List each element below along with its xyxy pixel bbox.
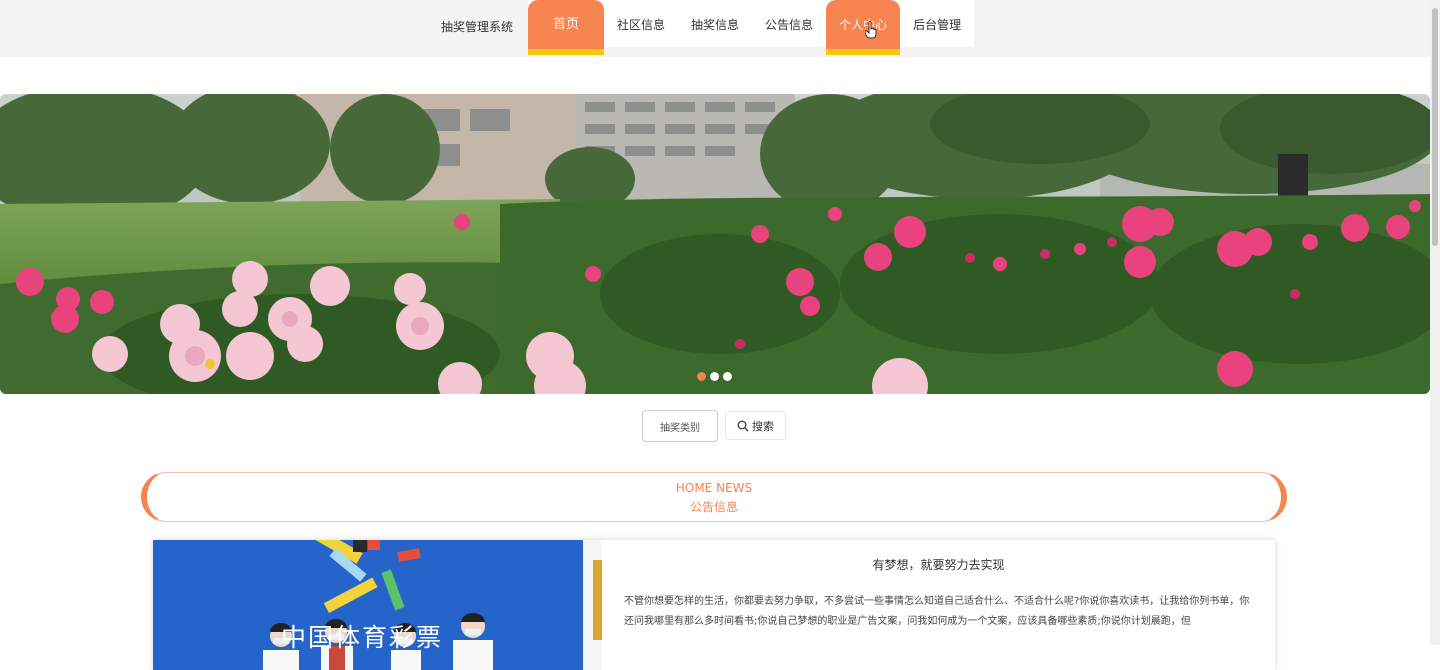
section-header: HOME NEWS 公告信息 — [141, 472, 1287, 522]
news-title[interactable]: 有梦想，就要努力去实现 — [602, 556, 1275, 573]
hand-cursor-icon — [865, 21, 877, 39]
carousel-dot-1[interactable] — [697, 372, 706, 381]
carousel-dots — [697, 372, 732, 381]
main-nav: 首页 社区信息 抽奖信息 公告信息 个人中心 后台管理 — [528, 0, 975, 55]
carousel-dot-2[interactable] — [710, 372, 719, 381]
search-icon — [737, 420, 749, 431]
nav-lottery[interactable]: 抽奖信息 — [678, 0, 752, 47]
nav-community[interactable]: 社区信息 — [604, 0, 678, 47]
top-nav-bar: 抽奖管理系统 首页 社区信息 抽奖信息 公告信息 个人中心 后台管理 — [0, 0, 1430, 57]
news-image[interactable]: 中国体育彩票 — [153, 540, 602, 670]
news-image-caption: 中国体育彩票 — [281, 623, 444, 652]
banner-carousel[interactable] — [0, 94, 1430, 394]
page-scrollbar[interactable] — [1430, 0, 1440, 645]
scrollbar-thumb[interactable] — [1432, 8, 1438, 246]
nav-home[interactable]: 首页 — [528, 0, 605, 55]
news-excerpt: 不管你想要怎样的生活，你都要去努力争取，不多尝试一些事情怎么知道自己适合什么、不… — [624, 596, 1250, 627]
section-title-cn: 公告信息 — [689, 500, 738, 514]
search-button-label: 搜索 — [752, 419, 774, 433]
carousel-dot-3[interactable] — [723, 372, 732, 381]
banner-image — [0, 94, 1430, 394]
news-card[interactable]: 中国体育彩票 有梦想，就要努力去实现 不管你想要怎样的生活，你都要去努力争取，不… — [153, 540, 1275, 670]
nav-admin[interactable]: 后台管理 — [900, 0, 974, 47]
nav-personal-center[interactable]: 个人中心 — [826, 0, 901, 55]
nav-notice[interactable]: 公告信息 — [752, 0, 826, 47]
site-brand[interactable]: 抽奖管理系统 — [441, 18, 513, 35]
lottery-category-input[interactable]: 抽奖类别 — [642, 410, 718, 442]
search-button[interactable]: 搜索 — [725, 411, 786, 440]
section-title-en: HOME NEWS — [675, 481, 753, 495]
